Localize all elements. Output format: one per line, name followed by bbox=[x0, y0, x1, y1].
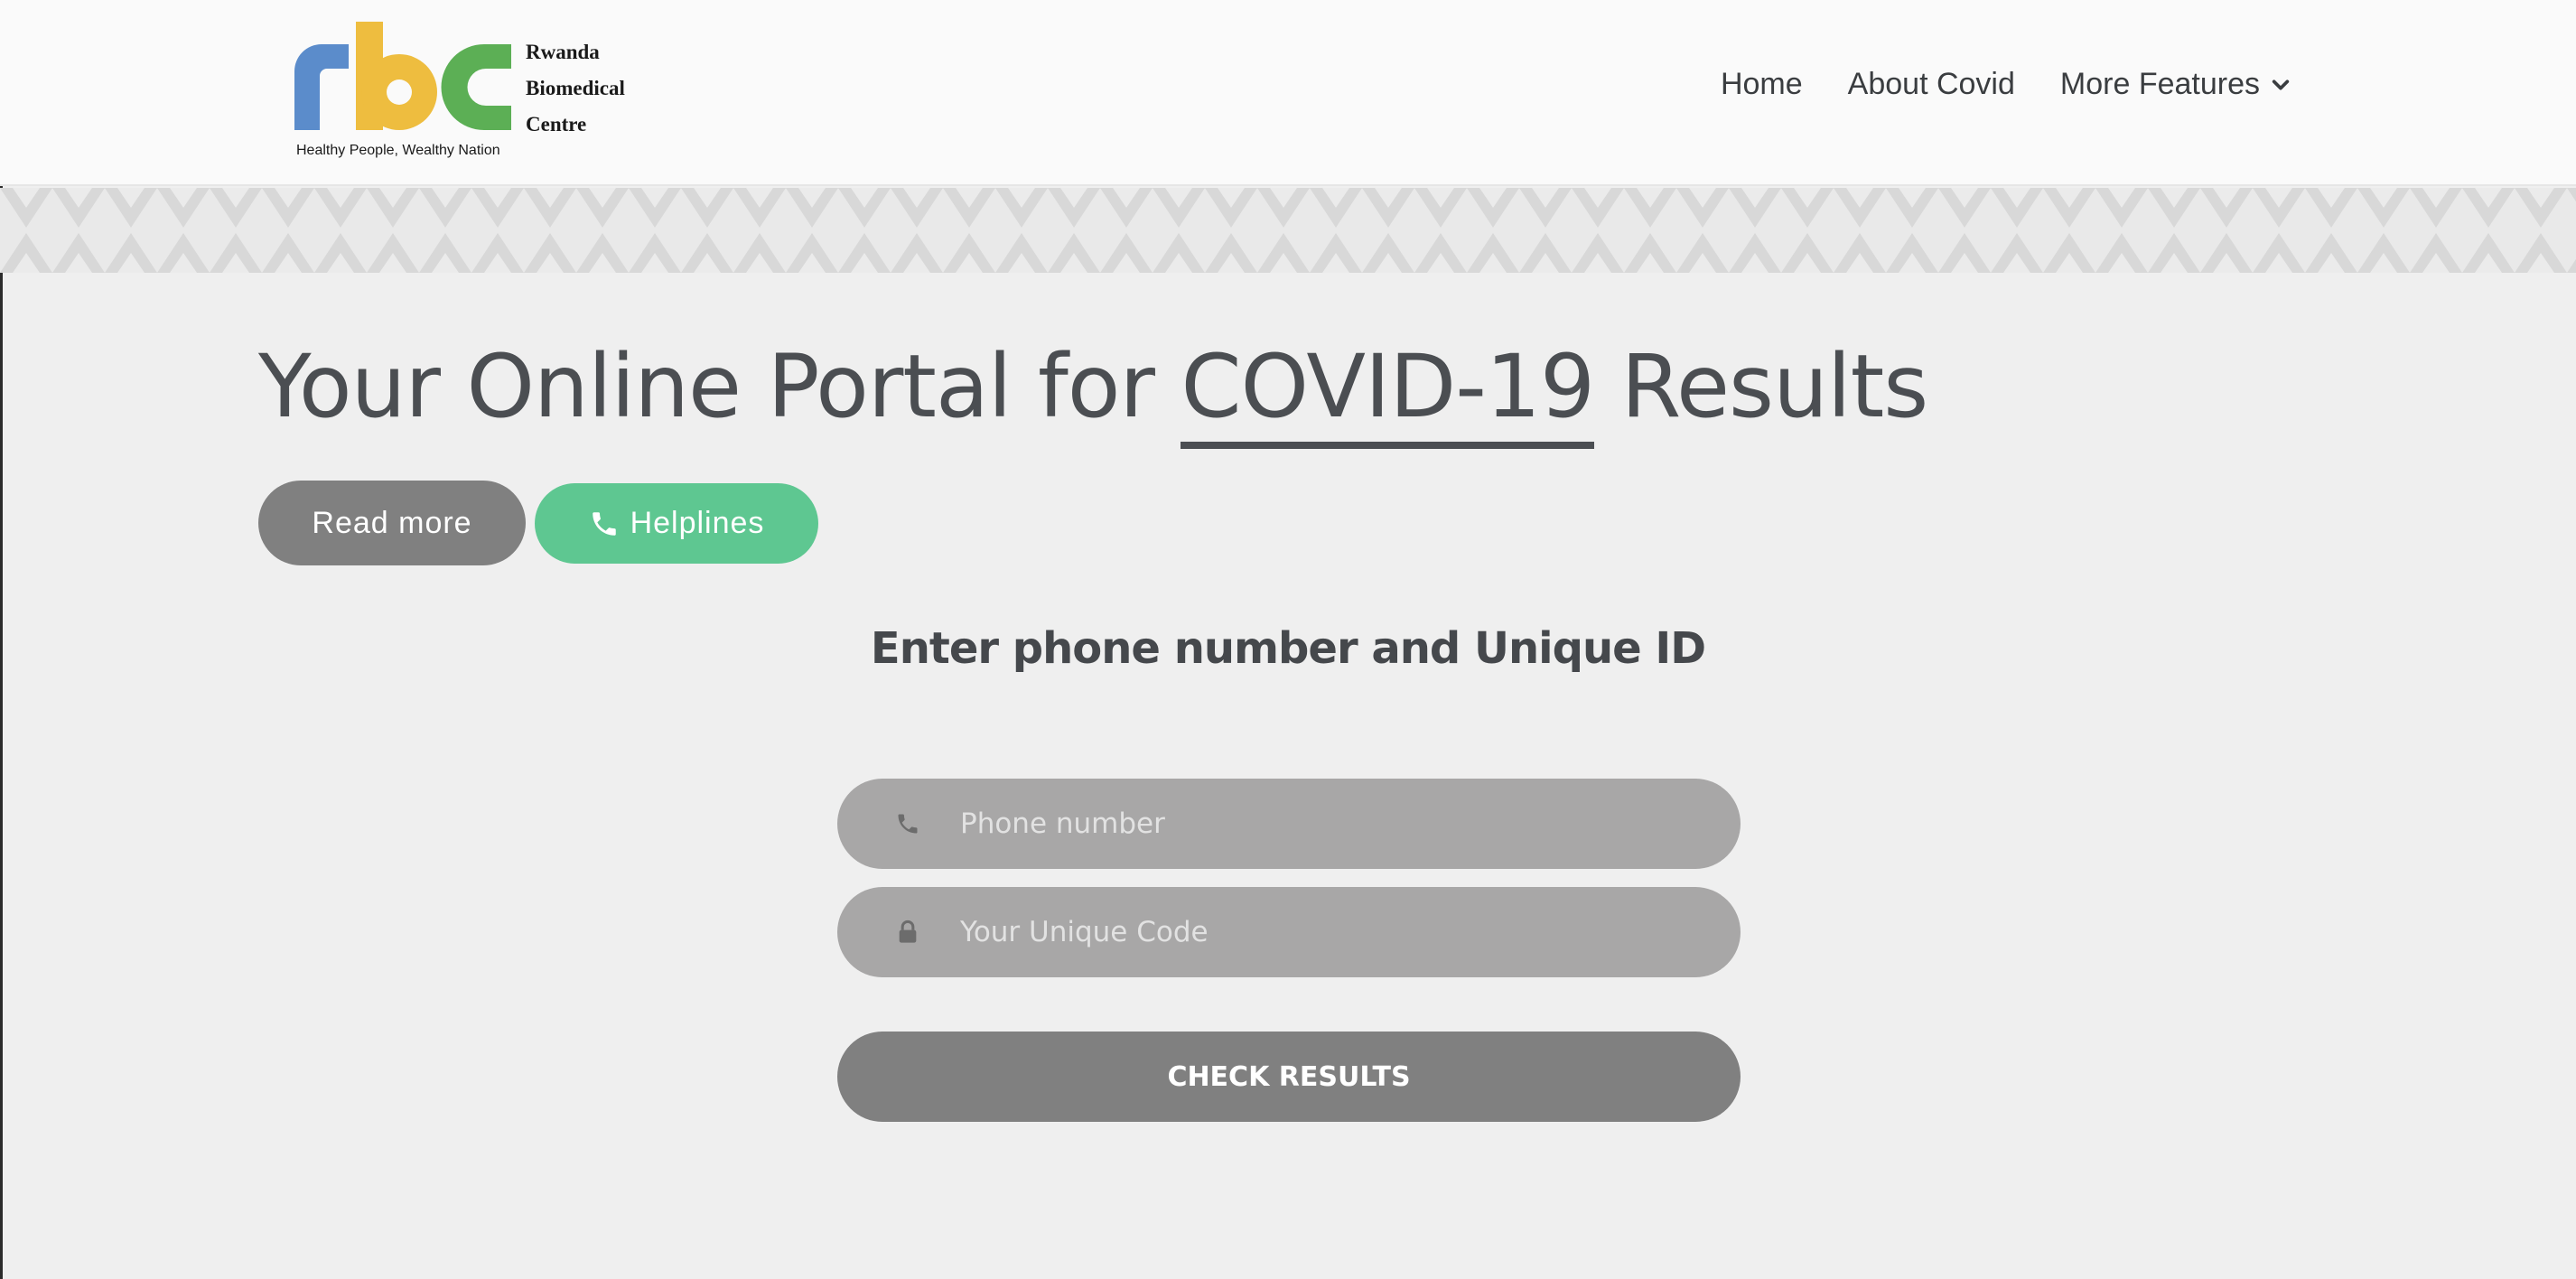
phone-placeholder: Phone number bbox=[960, 808, 1165, 840]
decorative-triangle-band bbox=[0, 188, 2576, 273]
brand-name-line-1: Rwanda bbox=[526, 41, 600, 63]
phone-icon bbox=[898, 814, 918, 834]
site-header: Rwanda Biomedical Centre Healthy People,… bbox=[0, 0, 2576, 186]
form-title: Enter phone number and Unique ID bbox=[870, 623, 1706, 674]
phone-icon bbox=[592, 511, 616, 536]
phone-number-input[interactable]: Phone number bbox=[837, 779, 1741, 869]
brand-name-line-2: Biomedical bbox=[526, 77, 625, 99]
nav-home[interactable]: Home bbox=[1721, 67, 1803, 102]
brand-name: Rwanda Biomedical Centre bbox=[526, 34, 625, 143]
nav-about-covid[interactable]: About Covid bbox=[1848, 67, 2015, 102]
read-more-label: Read more bbox=[312, 505, 472, 540]
nav-home-label: Home bbox=[1720, 67, 1803, 101]
helplines-label: Helplines bbox=[630, 506, 765, 540]
title-highlight: COVID-19 bbox=[1181, 341, 1595, 449]
lock-icon bbox=[899, 920, 917, 943]
title-prefix: Your Online Portal for bbox=[258, 336, 1181, 437]
helplines-button[interactable]: Helplines bbox=[535, 483, 818, 564]
rbc-logo-icon bbox=[294, 22, 511, 130]
brand-tagline: Healthy People, Wealthy Nation bbox=[296, 143, 500, 158]
check-results-label: CHECK RESULTS bbox=[1167, 1060, 1411, 1093]
page-title: Your Online Portal for COVID-19 Results bbox=[258, 336, 1929, 449]
rbc-logo[interactable]: Rwanda Biomedical Centre Healthy People,… bbox=[294, 22, 656, 166]
main-nav: Home About Covid More Features bbox=[1721, 67, 2291, 102]
nav-more-features-dropdown[interactable]: More Features bbox=[2060, 67, 2291, 102]
nav-about-label: About Covid bbox=[1847, 67, 2015, 101]
brand-name-line-3: Centre bbox=[526, 113, 587, 135]
code-placeholder: Your Unique Code bbox=[960, 916, 1209, 948]
chevron-down-icon bbox=[2272, 79, 2290, 89]
check-results-button[interactable]: CHECK RESULTS bbox=[837, 1032, 1741, 1122]
triangle-pattern bbox=[0, 188, 2576, 273]
unique-code-input[interactable]: Your Unique Code bbox=[837, 887, 1741, 977]
title-suffix: Results bbox=[1594, 336, 1929, 437]
nav-more-label: More Features bbox=[2059, 67, 2260, 101]
read-more-button[interactable]: Read more bbox=[258, 481, 526, 565]
